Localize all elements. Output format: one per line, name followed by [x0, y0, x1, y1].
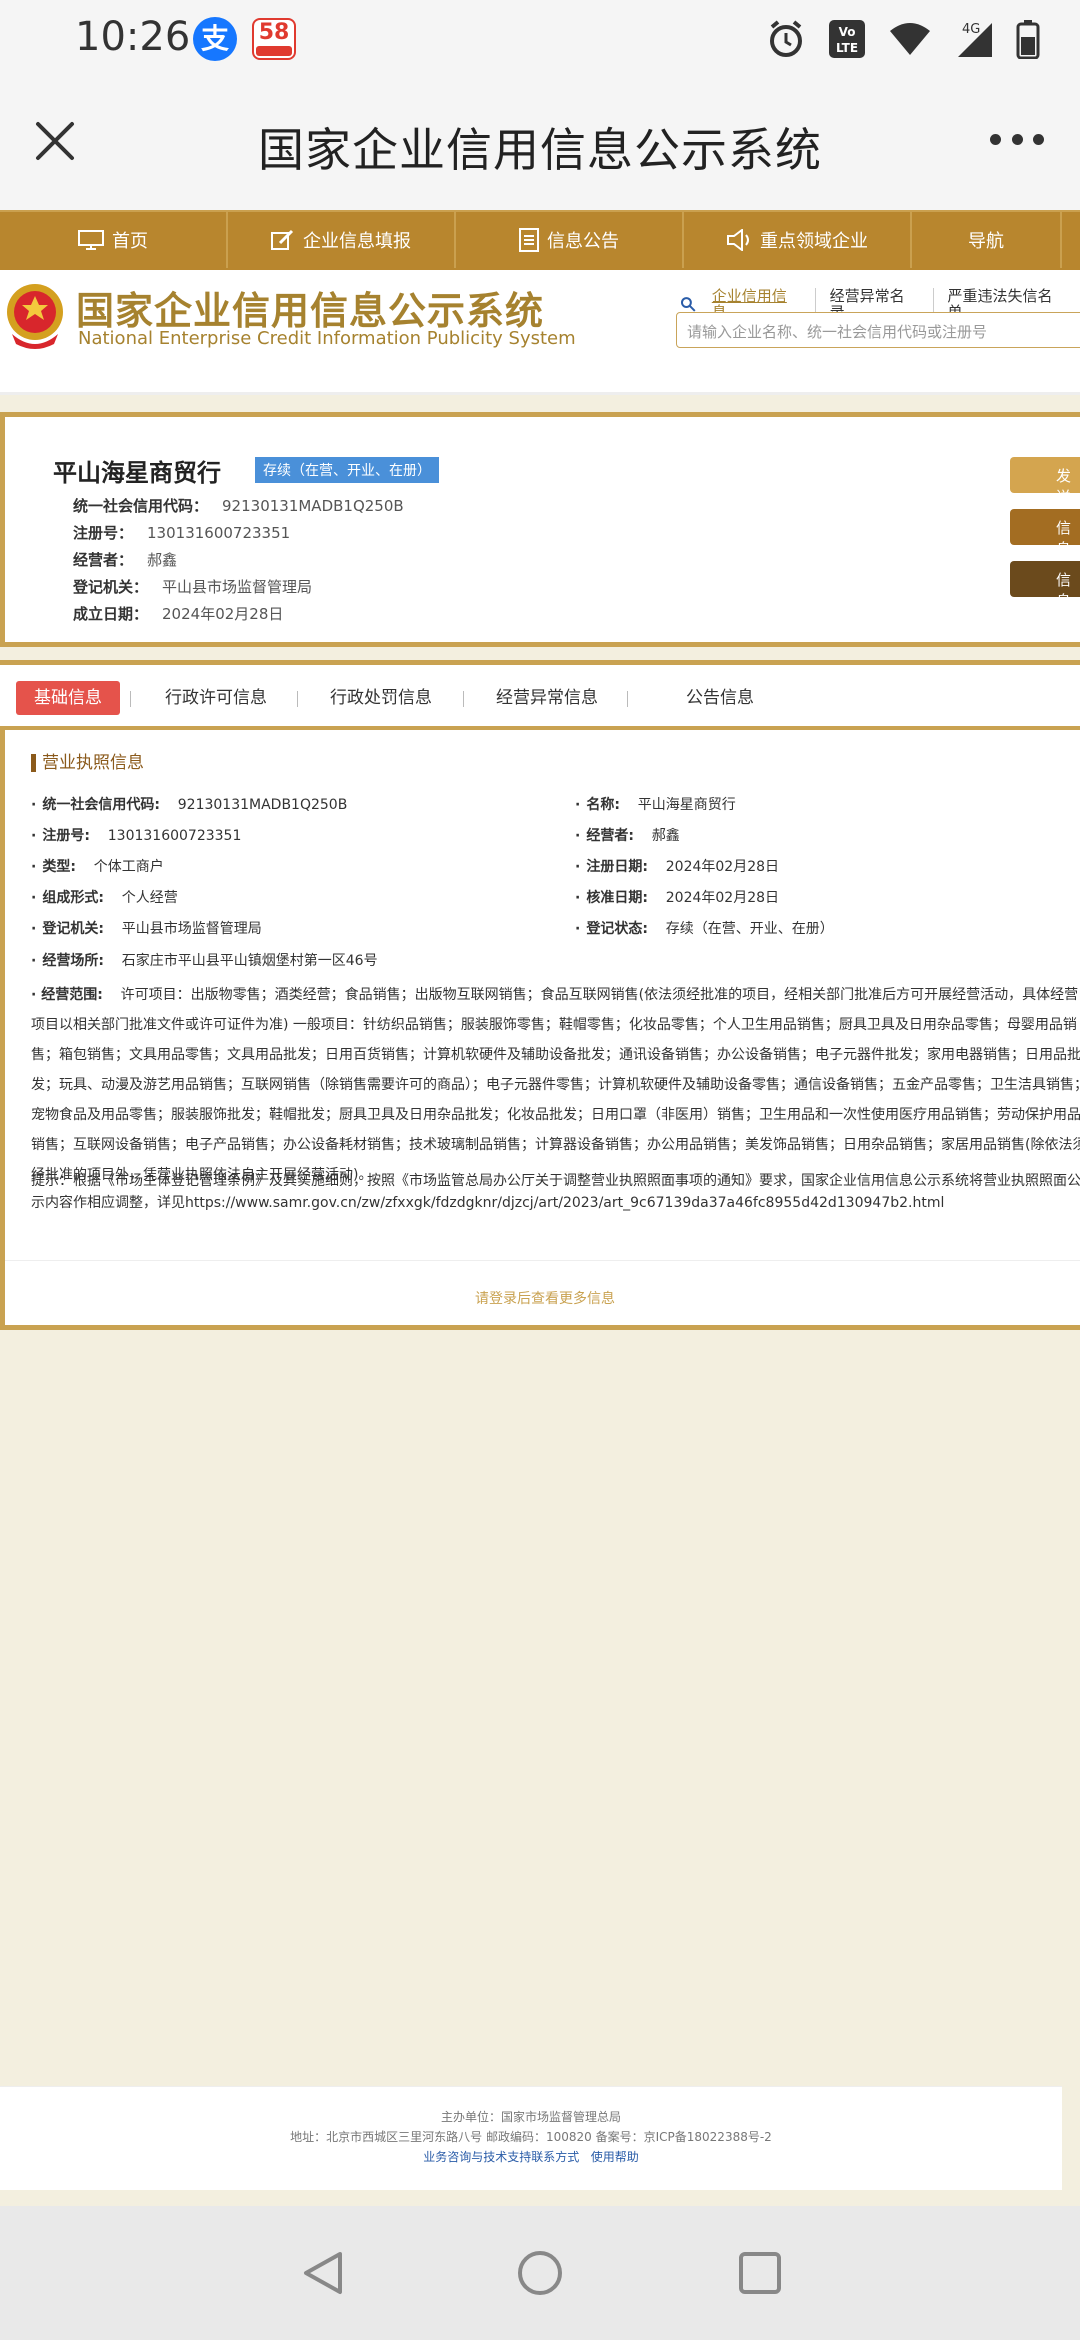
field-approval-date: · 核准日期: 2024年02月28日: [575, 890, 780, 906]
back-icon[interactable]: [298, 2248, 348, 2298]
national-emblem-logo: [7, 284, 63, 349]
site-footer: 主办单位：国家市场监督管理总局 地址：北京市西城区三里河东路八号 邮政编码：10…: [0, 2086, 1062, 2190]
alarm-icon: [770, 20, 802, 57]
info-button-2[interactable]: 信息: [1010, 561, 1080, 610]
page-title: 国家企业信用信息公示系统: [258, 123, 822, 177]
tab-penalty-info[interactable]: 行政处罚信息: [330, 681, 432, 715]
login-more-link[interactable]: 请登录后查看更多信息: [5, 1288, 1080, 1308]
field-reg-status: · 登记状态: 存续（在营、开业、在册）: [575, 921, 834, 937]
field-reg-no: · 注册号: 130131600723351: [31, 828, 242, 844]
nav-navigation[interactable]: 导航: [912, 212, 1062, 268]
field-credit-code: · 统一社会信用代码: 92130131MADB1Q250B: [31, 797, 348, 813]
site-nav: 首页 企业信息填报 信息公告 重点领域企业 导航: [0, 210, 1080, 270]
field-authority: · 登记机关: 平山县市场监督管理局: [31, 921, 262, 937]
tab-basic-info[interactable]: 基础信息: [16, 681, 120, 715]
field-name: · 名称: 平山海星商贸行: [575, 797, 736, 813]
monitor-icon: [78, 230, 104, 250]
footer-support-link[interactable]: 业务咨询与技术支持联系方式: [423, 2150, 579, 2164]
more-menu-button[interactable]: [990, 134, 1044, 150]
system-nav-bar: [0, 2206, 1080, 2340]
company-name: 平山海星商贸行: [53, 459, 221, 487]
info-founded: 成立日期： 2024年02月28日: [73, 605, 284, 623]
info-operator: 经营者： 郝鑫: [73, 551, 178, 569]
business-scope: · 经营范围: 许可项目：出版物零售；酒类经营；食品销售；出版物互联网销售；食品…: [31, 987, 1080, 1183]
speaker-icon: [727, 229, 749, 251]
info-tabs: 基础信息 行政许可信息 行政处罚信息 经营异常信息 公告信息: [0, 660, 1080, 730]
status-bar: 10:26 支 58 Vo LTE 4G: [0, 0, 1080, 78]
tab-abnormal-info[interactable]: 经营异常信息: [496, 681, 598, 715]
info-button[interactable]: 信息: [1010, 509, 1080, 558]
nav-announcement[interactable]: 信息公告: [456, 212, 684, 268]
site-banner: 国家企业信用信息公示系统 National Enterprise Credit …: [0, 270, 1080, 395]
tab-license-info[interactable]: 行政许可信息: [165, 681, 267, 715]
divider: [5, 1260, 1080, 1261]
nav-key-sector[interactable]: 重点领域企业: [684, 212, 912, 268]
svg-text:Vo: Vo: [839, 25, 856, 39]
footer-address: 地址：北京市西城区三里河东路八号 邮政编码：100820 备案号：京ICP备18…: [290, 2130, 772, 2144]
site-title-en: National Enterprise Credit Information P…: [78, 328, 576, 349]
search-input[interactable]: 请输入企业名称、统一社会信用代码或注册号: [676, 312, 1080, 348]
status-icons: Vo LTE 4G: [766, 16, 1040, 62]
footer-sponsor: 主办单位：国家市场监督管理总局: [440, 2110, 621, 2124]
field-form: · 组成形式: 个人经营: [31, 890, 178, 906]
alipay-icon: 支: [193, 17, 237, 61]
app-bar: 国家企业信用信息公示系统: [0, 78, 1080, 210]
edit-icon: [271, 229, 294, 250]
status-time: 10:26: [75, 14, 191, 60]
tab-announcement-info[interactable]: 公告信息: [686, 681, 754, 715]
field-reg-date: · 注册日期: 2024年02月28日: [575, 859, 780, 875]
search-icon: [680, 297, 696, 312]
battery-icon: [1016, 20, 1040, 59]
svg-text:4G: 4G: [962, 22, 980, 37]
field-address: · 经营场所: 石家庄市平山县平山镇烟堡村第一区46号: [31, 953, 378, 969]
recents-icon[interactable]: [735, 2248, 785, 2298]
license-detail: 营业执照信息 · 统一社会信用代码: 92130131MADB1Q250B · 注册…: [0, 730, 1080, 1330]
site-title-cn: 国家企业信用信息公示系统: [76, 289, 545, 333]
company-card: 平山海星商贸行 存续（在营、开业、在册） 统一社会信用代码： 92130131MA…: [0, 412, 1080, 647]
app-58-icon: 58: [252, 18, 296, 60]
svg-text:LTE: LTE: [836, 41, 858, 55]
field-type: · 类型: 个体工商户: [31, 859, 164, 875]
status-badge: 存续（在营、开业、在册）: [255, 457, 439, 483]
wifi-icon: [890, 23, 930, 55]
nav-info-report[interactable]: 企业信息填报: [228, 212, 456, 268]
info-reg-no: 注册号： 130131600723351: [73, 524, 291, 542]
field-operator: · 经营者: 郝鑫: [575, 828, 680, 844]
4g-signal-icon: 4G: [958, 22, 992, 57]
info-credit-code: 统一社会信用代码： 92130131MADB1Q250B: [73, 497, 404, 515]
nav-home[interactable]: 首页: [0, 212, 228, 268]
volte-icon: Vo LTE: [829, 20, 865, 58]
notice-text: 提示：根据《市场主体登记管理条例》及其实施细则，按照《市场监管总局办公厅关于调整…: [31, 1173, 1080, 1211]
home-icon[interactable]: [515, 2248, 565, 2298]
document-icon: [519, 228, 539, 252]
footer-help-link[interactable]: 使用帮助: [591, 2150, 639, 2164]
send-button[interactable]: 发送: [1010, 457, 1080, 506]
section-title: 营业执照信息: [31, 754, 144, 772]
info-authority: 登记机关： 平山县市场监督管理局: [73, 578, 313, 596]
